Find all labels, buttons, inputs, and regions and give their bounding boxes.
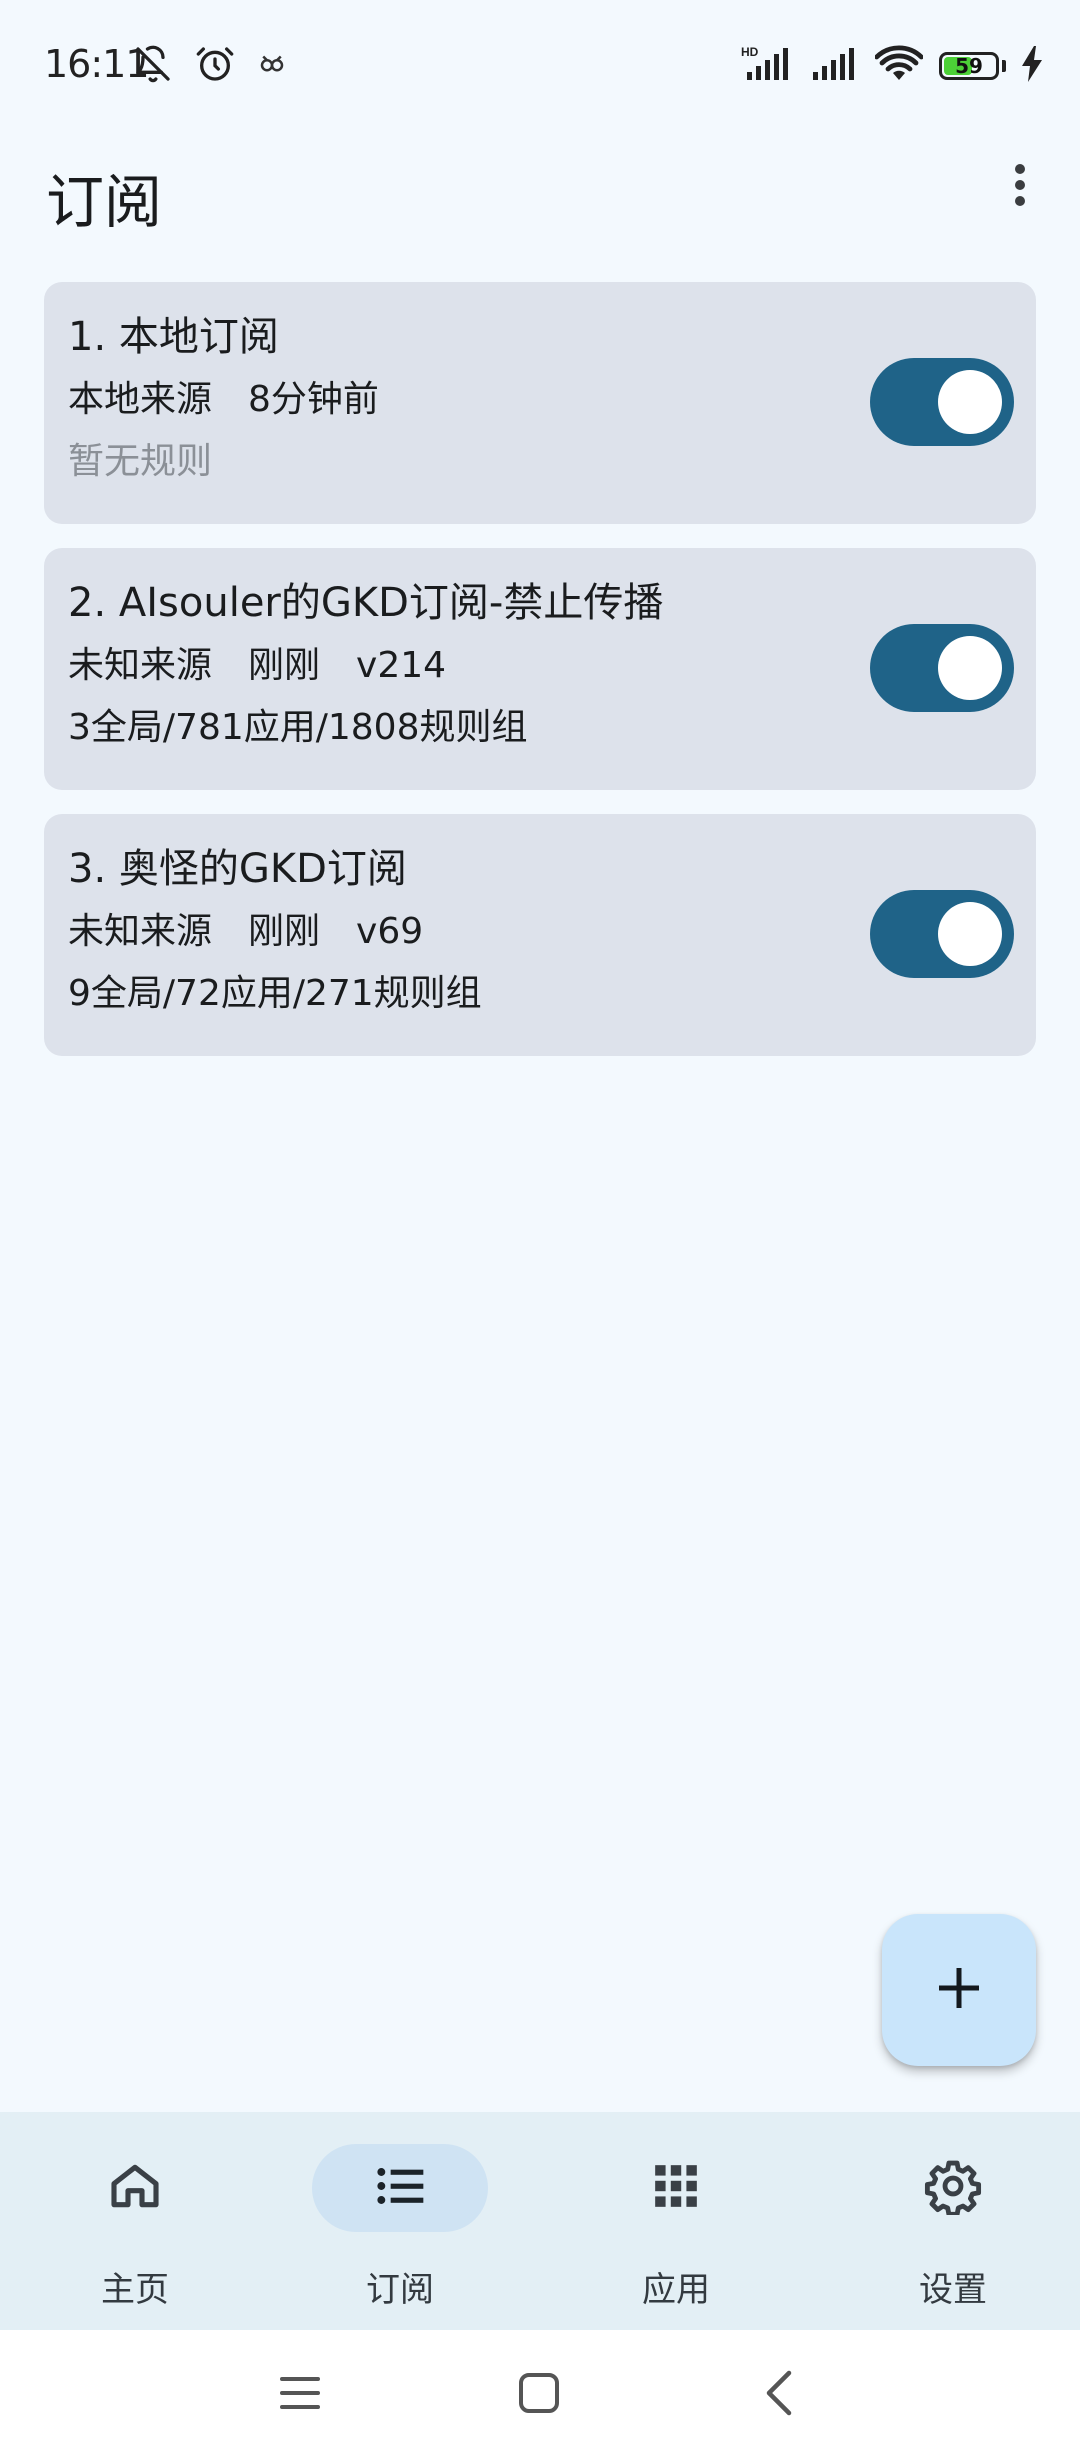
menu-icon: [278, 2373, 322, 2417]
list-icon: [372, 2158, 428, 2218]
subscription-source: 未知来源: [68, 911, 213, 952]
home-square-icon: [517, 2371, 561, 2419]
subscription-card[interactable]: 1. 本地订阅 本地来源 8分钟前 暂无规则: [44, 282, 1036, 524]
bottom-navigation: 主页 订阅 应用 设置: [0, 2112, 1080, 2330]
page-title: 订阅: [46, 168, 163, 236]
nav-label: 应用: [642, 2270, 710, 2310]
app-notification-icon: [257, 49, 287, 83]
subscription-version: v69: [356, 911, 424, 952]
signal-icon: [809, 44, 859, 88]
nav-icon-container: [47, 2144, 223, 2232]
subscription-rules: 9全局/72应用/271规则组: [68, 973, 482, 1014]
home-button[interactable]: [504, 2360, 574, 2430]
nav-item-settings[interactable]: 设置: [818, 2112, 1080, 2330]
recents-button[interactable]: [265, 2360, 335, 2430]
nav-label: 主页: [101, 2270, 169, 2310]
subscription-card[interactable]: 3. 奥怪的GKD订阅 未知来源 刚刚 v69 9全局/72应用/271规则组: [44, 814, 1036, 1056]
subscription-list: 1. 本地订阅 本地来源 8分钟前 暂无规则 2. AIsouler的GKD订阅…: [44, 282, 1036, 1080]
top-app-bar: 订阅: [0, 135, 1080, 245]
nav-label: 设置: [919, 2270, 987, 2310]
battery-icon: 59: [939, 52, 999, 80]
toggle-knob: [938, 902, 1002, 966]
subscription-source: 未知来源: [68, 645, 213, 686]
nav-item-home[interactable]: 主页: [0, 2112, 270, 2330]
apps-grid-icon: [651, 2161, 701, 2215]
toggle-knob: [938, 370, 1002, 434]
nav-item-subscriptions[interactable]: 订阅: [265, 2112, 535, 2330]
nav-icon-container: [865, 2144, 1041, 2232]
status-left-icons: [133, 44, 287, 88]
nav-item-apps[interactable]: 应用: [541, 2112, 811, 2330]
system-navigation-bar: [0, 2330, 1080, 2460]
subscription-title: 2. AIsouler的GKD订阅-禁止传播: [68, 580, 664, 626]
status-bar: 16:11 HD 59: [0, 0, 1080, 135]
subscription-title: 3. 奥怪的GKD订阅: [68, 846, 407, 892]
toggle-knob: [938, 636, 1002, 700]
wifi-icon: [874, 44, 924, 88]
subscription-rules: 暂无规则: [68, 441, 213, 482]
subscription-toggle[interactable]: [870, 358, 1014, 446]
home-icon: [107, 2158, 163, 2218]
settings-gear-icon: [924, 2157, 982, 2219]
svg-text:HD: HD: [741, 45, 759, 59]
battery-tip: [1002, 60, 1006, 72]
subscription-title: 1. 本地订阅: [68, 314, 279, 360]
nav-icon-container: [312, 2144, 488, 2232]
subscription-version: v214: [356, 645, 447, 686]
subscription-toggle[interactable]: [870, 890, 1014, 978]
nav-icon-container: [588, 2144, 764, 2232]
plus-icon: [937, 1966, 981, 2014]
subscription-toggle[interactable]: [870, 624, 1014, 712]
alarm-icon: [195, 44, 235, 88]
nav-label: 订阅: [366, 2270, 434, 2310]
add-subscription-button[interactable]: [882, 1914, 1036, 2066]
subscription-time: 刚刚: [248, 645, 321, 686]
subscription-card[interactable]: 2. AIsouler的GKD订阅-禁止传播 未知来源 刚刚 v214 3全局/…: [44, 548, 1036, 790]
more-options-button[interactable]: [980, 147, 1060, 227]
back-icon: [761, 2369, 797, 2421]
status-right-icons: HD 59: [741, 44, 1042, 88]
subscription-time: 8分钟前: [248, 379, 379, 420]
bell-off-icon: [133, 44, 173, 88]
battery-level: 59: [955, 54, 983, 78]
more-vert-icon: [1012, 161, 1028, 213]
back-button[interactable]: [744, 2360, 814, 2430]
subscription-source: 本地来源: [68, 379, 213, 420]
hd-signal-icon: HD: [741, 44, 793, 88]
charging-icon: [1022, 46, 1042, 86]
subscription-time: 刚刚: [248, 911, 321, 952]
subscription-rules: 3全局/781应用/1808规则组: [68, 707, 528, 748]
